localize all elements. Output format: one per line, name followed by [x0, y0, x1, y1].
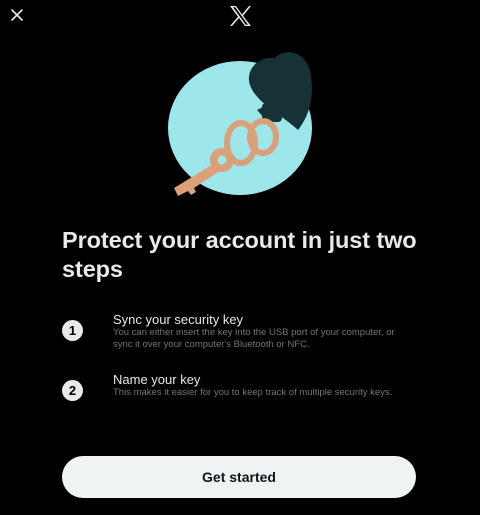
x-logo-icon — [230, 6, 251, 26]
step-title: Sync your security key — [113, 312, 244, 327]
step-description: This makes it easier for you to keep tra… — [113, 387, 393, 398]
step-sync-key: 1 Sync your security key You can either … — [62, 312, 412, 362]
page-title: Protect your account in just two steps — [62, 227, 417, 282]
close-button[interactable] — [6, 4, 28, 26]
close-icon — [11, 9, 23, 21]
security-key-illustration — [168, 52, 312, 196]
step-name-key: 2 Name your key This makes it easier for… — [62, 372, 412, 422]
step-title: Name your key — [113, 372, 201, 387]
step-number-badge: 1 — [62, 320, 83, 341]
get-started-button[interactable]: Get started — [62, 456, 416, 498]
step-number-badge: 2 — [62, 380, 83, 401]
step-description: You can either insert the key into the U… — [113, 327, 395, 350]
